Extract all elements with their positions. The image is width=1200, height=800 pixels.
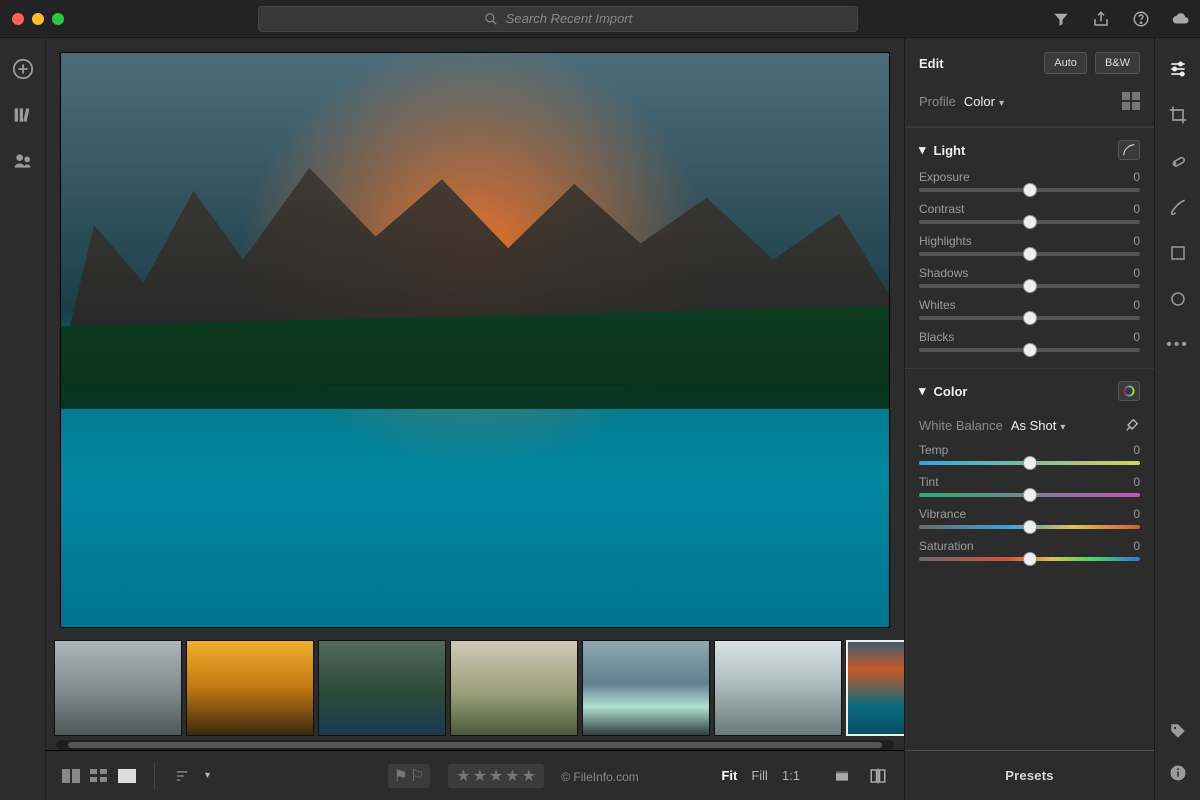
browse-profiles-icon[interactable] [1122, 92, 1140, 110]
copyright-text: © FileInfo.com [561, 770, 639, 784]
right-toolbar: ••• [1154, 38, 1200, 800]
auto-button[interactable]: Auto [1044, 52, 1087, 74]
profile-dropdown[interactable]: Color▾ [964, 94, 1004, 109]
presets-button[interactable]: Presets [905, 750, 1154, 800]
zoom-11[interactable]: 1:1 [782, 768, 800, 783]
thumbnail[interactable] [318, 640, 446, 736]
my-photos-icon[interactable] [12, 104, 34, 126]
info-icon[interactable] [1167, 762, 1189, 784]
tint-slider[interactable]: Tint0 [905, 473, 1154, 505]
exposure-slider[interactable]: Exposure0 [905, 168, 1154, 200]
more-icon[interactable]: ••• [1167, 334, 1189, 356]
cloud-icon[interactable] [1172, 10, 1190, 28]
photo-viewer[interactable] [46, 38, 904, 636]
window-controls [12, 13, 64, 25]
divider [154, 762, 155, 790]
help-icon[interactable] [1132, 10, 1150, 28]
contrast-slider[interactable]: Contrast0 [905, 200, 1154, 232]
fullscreen-window-icon[interactable] [52, 13, 64, 25]
eyedropper-icon[interactable] [1124, 417, 1140, 433]
color-mixer-icon[interactable] [1118, 381, 1140, 401]
saturation-slider[interactable]: Saturation0 [905, 537, 1154, 569]
star-icon[interactable]: ★ [489, 766, 503, 786]
healing-brush-icon[interactable] [1167, 150, 1189, 172]
white-balance-label: White Balance [919, 418, 1003, 433]
blacks-slider[interactable]: Blacks0 [905, 328, 1154, 360]
star-icon[interactable]: ★ [456, 766, 470, 786]
chevron-down-icon: ▾ [919, 383, 926, 399]
show-original-icon[interactable] [832, 768, 852, 784]
shadows-slider[interactable]: Shadows0 [905, 264, 1154, 296]
crop-icon[interactable] [1167, 104, 1189, 126]
light-label: Light [934, 143, 966, 158]
bottom-bar: ▾ ⚑ ⚐ ★ ★ ★ ★ ★ © FileInfo.com Fit Fill … [46, 750, 904, 800]
minimize-window-icon[interactable] [32, 13, 44, 25]
radial-gradient-icon[interactable] [1167, 288, 1189, 310]
chevron-down-icon: ▾ [1060, 422, 1065, 433]
share-icon[interactable] [1092, 10, 1110, 28]
sharing-icon[interactable] [12, 150, 34, 172]
compare-icon[interactable] [868, 767, 888, 785]
filter-icon[interactable] [1052, 10, 1070, 28]
flag-reject-icon[interactable]: ⚐ [410, 766, 424, 786]
filmstrip[interactable] [46, 636, 904, 736]
bw-button[interactable]: B&W [1095, 52, 1140, 74]
star-icon[interactable]: ★ [473, 766, 487, 786]
search-placeholder: Search Recent Import [506, 11, 632, 26]
highlights-slider[interactable]: Highlights0 [905, 232, 1154, 264]
brush-icon[interactable] [1167, 196, 1189, 218]
main-photo [60, 52, 890, 628]
zoom-fill[interactable]: Fill [751, 768, 768, 783]
profile-label: Profile [919, 94, 956, 109]
vibrance-slider[interactable]: Vibrance0 [905, 505, 1154, 537]
edit-panel: Edit Auto B&W Profile Color▾ ▾ Light Exp… [904, 38, 1154, 800]
temp-slider[interactable]: Temp0 [905, 441, 1154, 473]
light-section-header[interactable]: ▾ Light [905, 127, 1154, 168]
square-grid-view-icon[interactable] [90, 769, 108, 783]
thumbnail[interactable] [54, 640, 182, 736]
star-icon[interactable]: ★ [522, 766, 536, 786]
white-balance-dropdown[interactable]: As Shot▾ [1011, 418, 1066, 433]
chevron-down-icon: ▾ [205, 770, 210, 781]
star-rating[interactable]: ★ ★ ★ ★ ★ [448, 764, 544, 788]
search-input[interactable]: Search Recent Import [258, 6, 858, 32]
zoom-fit[interactable]: Fit [721, 768, 737, 783]
color-section-header[interactable]: ▾ Color [905, 368, 1154, 409]
thumbnail[interactable] [582, 640, 710, 736]
title-bar: Search Recent Import [0, 0, 1200, 38]
edit-sliders-icon[interactable] [1167, 58, 1189, 80]
linear-gradient-icon[interactable] [1167, 242, 1189, 264]
whites-slider[interactable]: Whites0 [905, 296, 1154, 328]
thumbnail-selected[interactable] [846, 640, 904, 736]
color-label: Color [934, 384, 968, 399]
grid-view-icon[interactable] [62, 769, 80, 783]
tone-curve-icon[interactable] [1118, 140, 1140, 160]
flag-pick-icon[interactable]: ⚑ [394, 766, 408, 786]
center-area: ▾ ⚑ ⚐ ★ ★ ★ ★ ★ © FileInfo.com Fit Fill … [46, 38, 904, 800]
thumbnail[interactable] [186, 640, 314, 736]
filmstrip-scrollbar[interactable] [56, 740, 894, 750]
add-photos-icon[interactable] [12, 58, 34, 80]
keywords-icon[interactable] [1167, 720, 1189, 742]
thumbnail[interactable] [714, 640, 842, 736]
left-sidebar [0, 38, 46, 800]
star-icon[interactable]: ★ [505, 766, 519, 786]
single-view-icon[interactable] [118, 769, 136, 783]
thumbnail[interactable] [450, 640, 578, 736]
search-icon [484, 12, 498, 26]
chevron-down-icon: ▾ [919, 142, 926, 158]
edit-panel-title: Edit [919, 56, 944, 71]
chevron-down-icon: ▾ [999, 98, 1004, 109]
sort-dropdown[interactable]: ▾ [173, 769, 210, 783]
close-window-icon[interactable] [12, 13, 24, 25]
